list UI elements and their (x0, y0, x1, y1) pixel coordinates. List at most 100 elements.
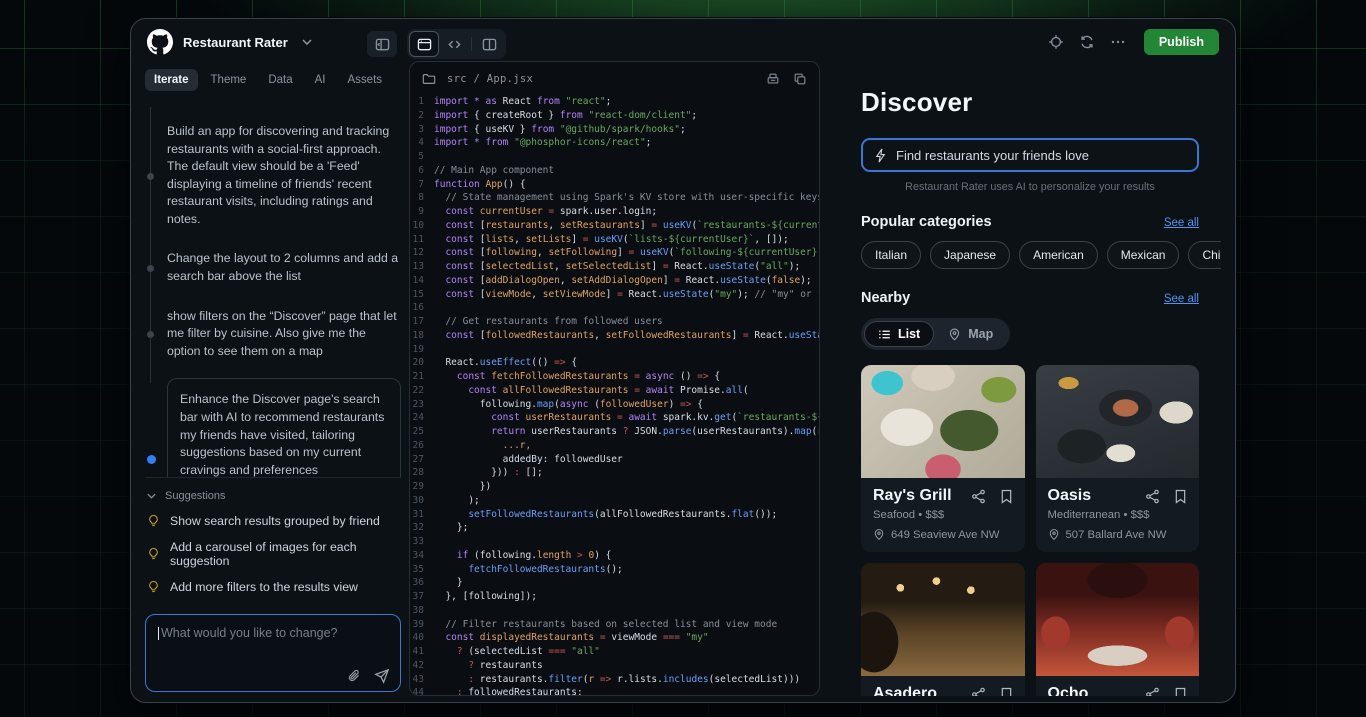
view-toggle: List Map (861, 318, 1010, 350)
line-number: 20 (410, 356, 434, 370)
suggestion-item[interactable]: Add a carousel of images for each sugges… (147, 540, 399, 568)
restaurant-card[interactable]: Ocho (1036, 563, 1200, 696)
tab-iterate[interactable]: Iterate (145, 69, 198, 91)
code-line: 38 (410, 604, 819, 618)
code-line: 28 })) : []; (410, 466, 819, 480)
code-line: 5 (410, 150, 819, 164)
category-chip[interactable]: Mexican (1107, 241, 1180, 269)
timeline-line (150, 107, 151, 383)
share-icon[interactable] (1145, 687, 1160, 697)
share-icon[interactable] (971, 489, 986, 504)
preview-view-button[interactable] (409, 31, 439, 57)
line-number: 41 (410, 645, 434, 659)
categories-see-all-link[interactable]: See all (1164, 217, 1199, 229)
suggestion-item[interactable]: Show search results grouped by friend (147, 514, 399, 528)
message-text: Change the layout to 2 columns and add a… (167, 251, 398, 283)
code-view-button[interactable] (439, 31, 469, 57)
collapse-sidebar-button[interactable] (367, 31, 397, 57)
code-line: 42 ? restaurants (410, 659, 819, 673)
line-number: 35 (410, 563, 434, 577)
timeline-dot-icon (147, 265, 154, 272)
list-view-button[interactable]: List (864, 321, 934, 347)
file-breadcrumb[interactable]: src / App.jsx (447, 73, 533, 85)
category-chip[interactable]: Italian (861, 241, 921, 269)
code-line: 3import { useKV } from "@github/spark/ho… (410, 123, 819, 137)
bookmark-icon[interactable] (1174, 687, 1187, 697)
code-line: 34 if (following.length > 0) { (410, 549, 819, 563)
line-number: 16 (410, 301, 434, 315)
tab-data[interactable]: Data (259, 69, 301, 91)
code-line: 6// Main App component (410, 164, 819, 178)
tab-theme[interactable]: Theme (202, 69, 256, 91)
code-content[interactable]: 1import * as React from "react";2import … (410, 90, 819, 696)
nearby-see-all-link[interactable]: See all (1164, 293, 1199, 305)
nearby-header-row: Nearby See all (861, 290, 1199, 306)
refresh-icon[interactable] (1074, 29, 1101, 55)
lightbulb-icon (147, 514, 160, 528)
restaurant-name: Asadero (873, 685, 971, 696)
editor-header: src / App.jsx (410, 62, 819, 90)
line-number: 21 (410, 370, 434, 384)
split-view-button[interactable] (474, 31, 504, 57)
suggestions-header[interactable]: Suggestions (147, 490, 399, 502)
restaurant-photo (1036, 563, 1200, 676)
restaurant-card[interactable]: Ray's GrillSeafood • $$$649 Seaview Ave … (861, 365, 1025, 552)
line-number: 40 (410, 631, 434, 645)
target-icon[interactable] (1043, 29, 1070, 55)
chat-message: Change the layout to 2 columns and add a… (167, 250, 401, 285)
nearby-heading: Nearby (861, 290, 910, 306)
brand[interactable]: Restaurant Rater (147, 29, 312, 55)
code-line: 36 } (410, 576, 819, 590)
restaurant-card[interactable]: Asadero (861, 563, 1025, 696)
restaurant-card[interactable]: OasisMediterranean • $$$507 Ballard Ave … (1036, 365, 1200, 552)
layout-segmented-control (407, 29, 506, 59)
suggestion-item[interactable]: Add more filters to the results view (147, 580, 399, 594)
bookmark-icon[interactable] (1174, 489, 1187, 504)
code-line: 15 const [viewMode, setViewMode] = React… (410, 288, 819, 302)
code-line: 33 (410, 535, 819, 549)
message-text: show filters on the “Discover” page that… (167, 309, 397, 358)
line-number: 30 (410, 494, 434, 508)
line-number: 19 (410, 343, 434, 357)
code-line: 26 ...r, (410, 439, 819, 453)
code-line: 12 const [following, setFollowing] = use… (410, 246, 819, 260)
code-line: 39 // Filter restaurants based on select… (410, 618, 819, 632)
ai-search-bar[interactable]: Find restaurants your friends love (861, 138, 1199, 172)
page-title: Discover (861, 87, 1199, 118)
share-icon[interactable] (971, 687, 986, 697)
bookmark-icon[interactable] (1000, 489, 1013, 504)
line-number: 31 (410, 508, 434, 522)
share-icon[interactable] (1145, 489, 1160, 504)
code-line: 20 React.useEffect(() => { (410, 356, 819, 370)
bookmark-icon[interactable] (1000, 687, 1013, 697)
attach-icon[interactable] (347, 669, 361, 683)
chat-message: show filters on the “Discover” page that… (167, 308, 401, 361)
chevron-down-icon[interactable] (302, 39, 312, 45)
send-icon[interactable] (374, 668, 390, 684)
map-view-button[interactable]: Map (934, 321, 1007, 347)
card-body: Ocho (1036, 676, 1200, 696)
code-line: 9 const currentUser = spark.user.login; (410, 205, 819, 219)
tab-ai[interactable]: AI (306, 69, 335, 91)
format-icon[interactable] (766, 72, 780, 86)
line-number: 33 (410, 535, 434, 549)
line-number: 22 (410, 384, 434, 398)
chat-history[interactable]: Build an app for discovering and trackin… (145, 93, 401, 477)
publish-button[interactable]: Publish (1144, 29, 1219, 55)
restaurant-photo (861, 365, 1025, 478)
category-chip[interactable]: Chinese (1188, 241, 1221, 269)
category-chip[interactable]: Japanese (930, 241, 1010, 269)
lightning-icon (874, 148, 887, 163)
line-number: 27 (410, 453, 434, 467)
copy-icon[interactable] (793, 72, 807, 86)
sidebar: IterateThemeDataAIAssets Build an app fo… (145, 69, 401, 692)
line-number: 8 (410, 191, 434, 205)
chat-composer[interactable]: What would you like to change? (145, 614, 401, 692)
tab-assets[interactable]: Assets (339, 69, 392, 91)
categories-heading: Popular categories (861, 214, 992, 230)
code-editor: src / App.jsx 1import * as React from "r… (409, 61, 820, 696)
suggestions-section: Suggestions Show search results grouped … (145, 477, 401, 612)
line-number: 4 (410, 136, 434, 150)
category-chip[interactable]: American (1019, 241, 1098, 269)
more-options-icon[interactable] (1105, 29, 1132, 55)
